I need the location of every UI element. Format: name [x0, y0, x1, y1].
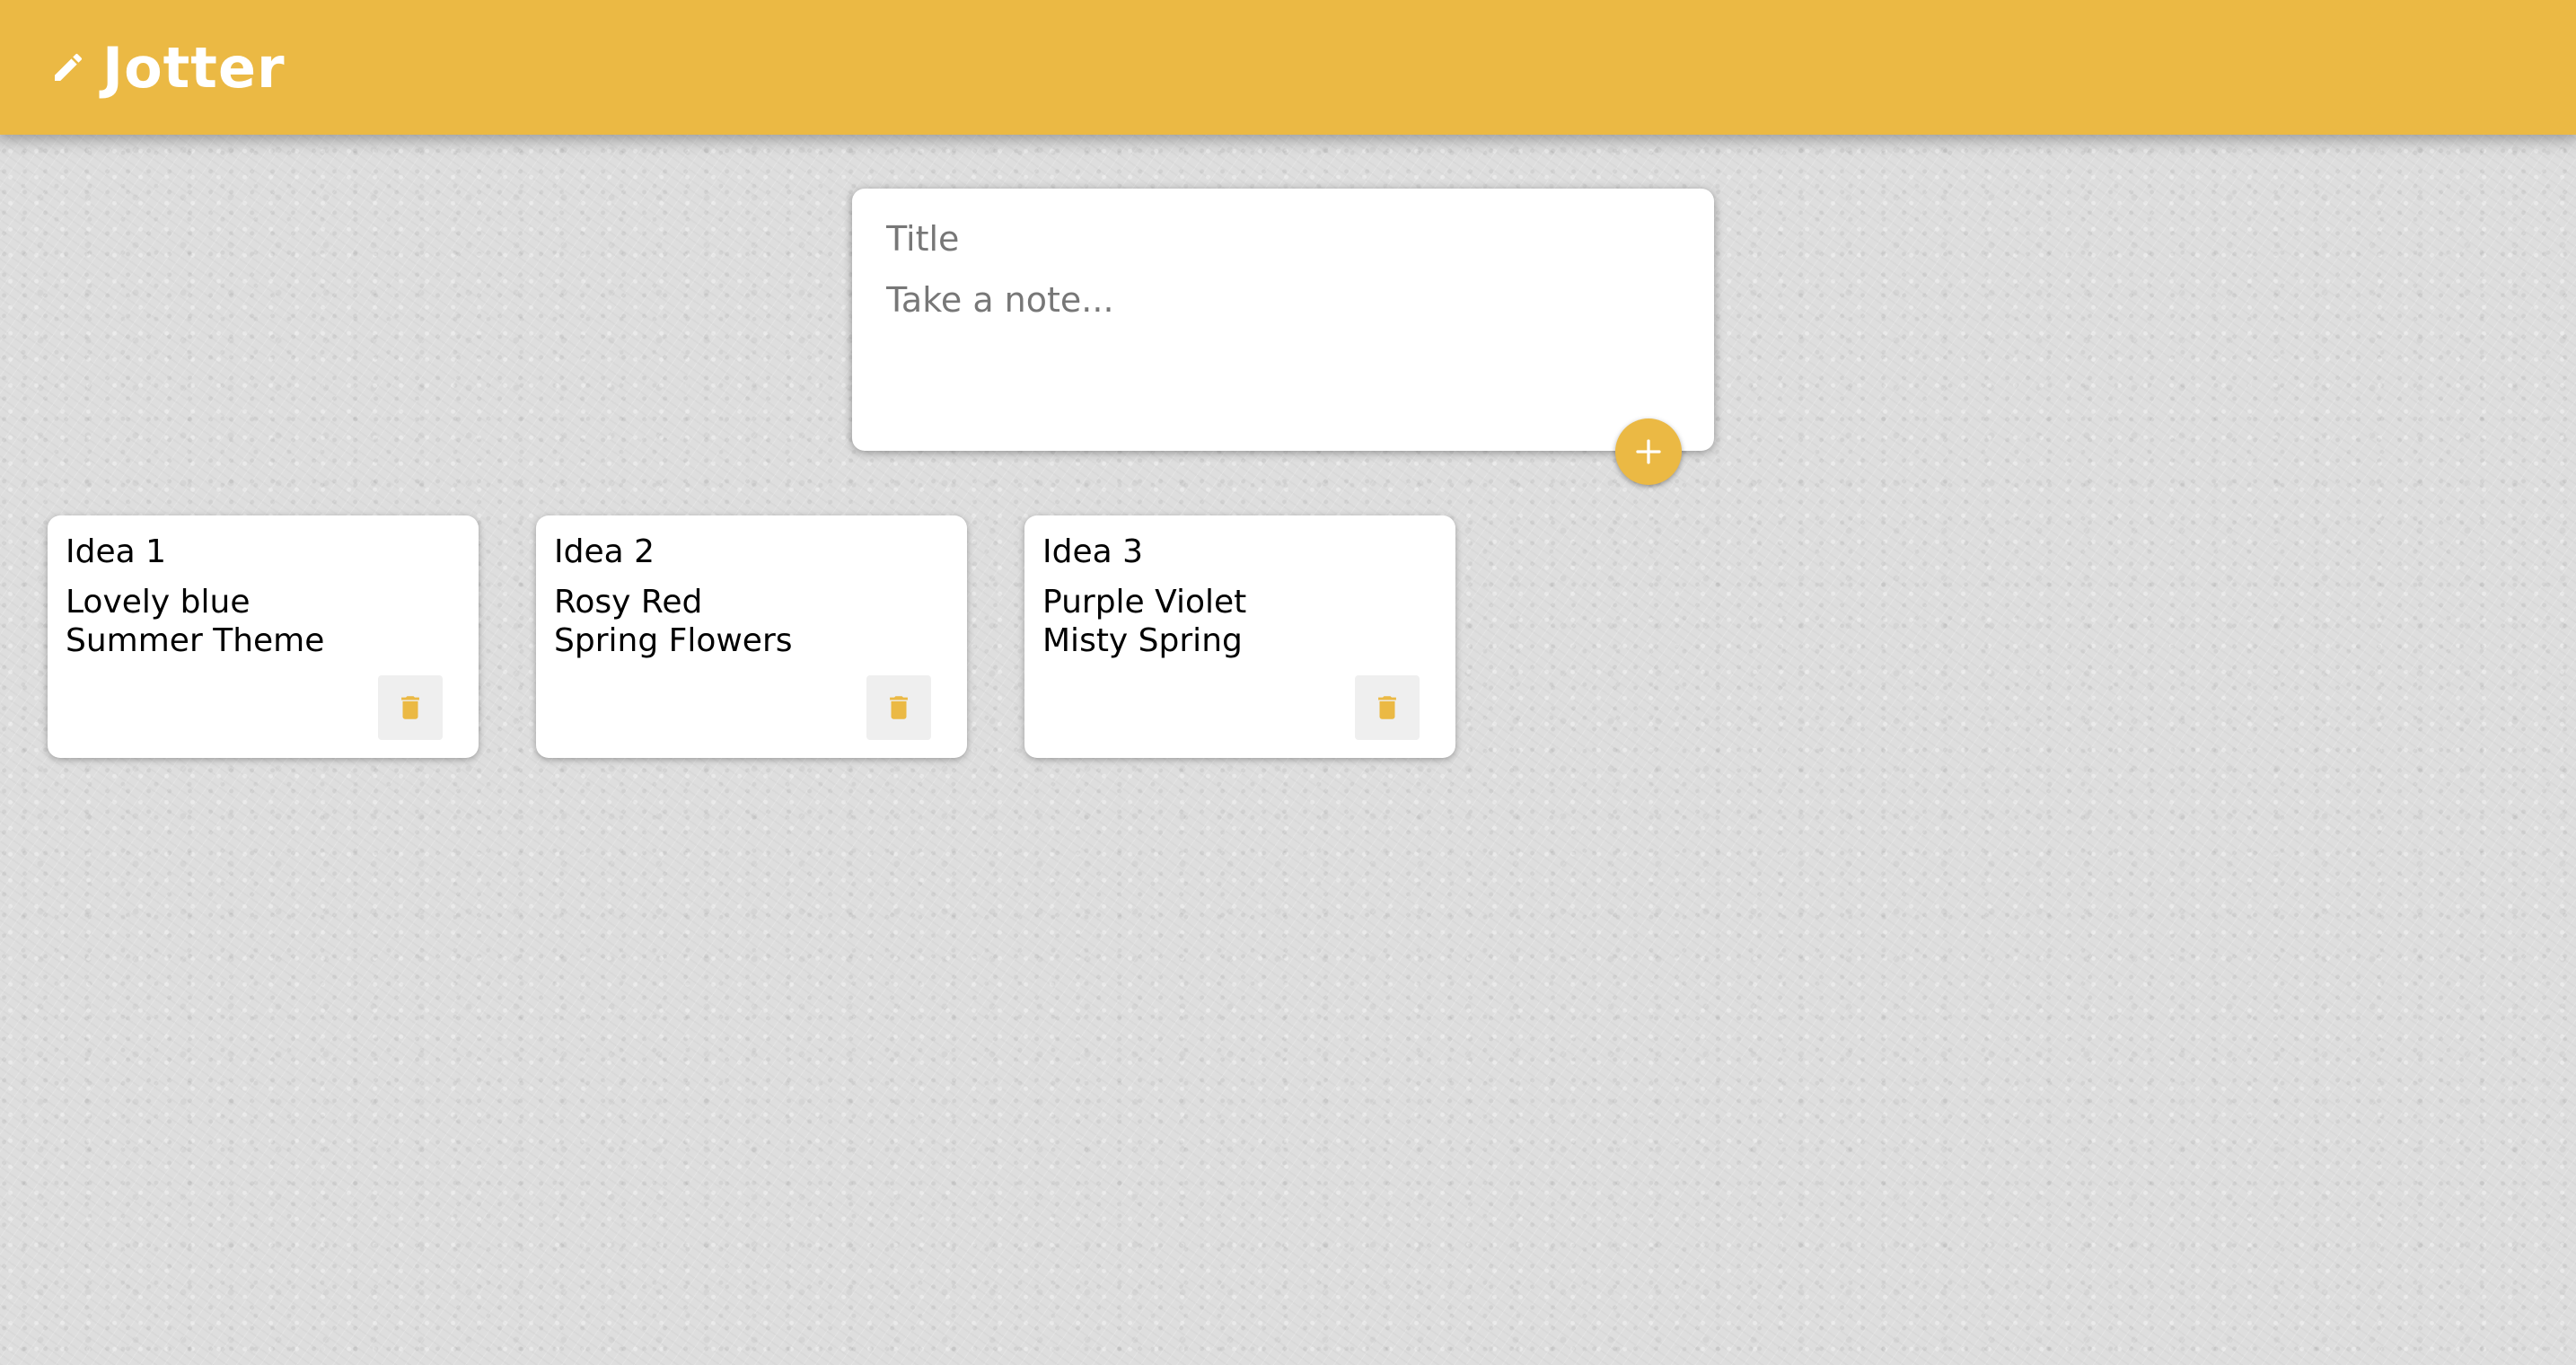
trash-icon — [1378, 696, 1396, 719]
note-title: Idea 3 — [1042, 533, 1144, 570]
note-title: Idea 2 — [554, 533, 655, 570]
create-note-form — [852, 189, 1714, 485]
note-content: Lovely blue Summer Theme — [66, 584, 325, 659]
delete-note-button[interactable] — [1355, 675, 1420, 740]
note-content-textarea[interactable] — [886, 280, 1680, 388]
note-card: Idea 3 Purple Violet Misty Spring — [1024, 515, 1455, 758]
add-note-button[interactable] — [1615, 418, 1682, 485]
note-title-input[interactable] — [886, 219, 1680, 259]
trash-icon — [890, 696, 908, 719]
app-header: Jotter — [0, 0, 2576, 135]
delete-note-button[interactable] — [866, 675, 931, 740]
plus-icon — [1636, 439, 1661, 464]
pencil-icon — [50, 49, 86, 85]
trash-icon — [401, 696, 419, 719]
delete-note-button[interactable] — [378, 675, 443, 740]
note-content: Rosy Red Spring Flowers — [554, 584, 793, 659]
note-card: Idea 1 Lovely blue Summer Theme — [48, 515, 479, 758]
note-card: Idea 2 Rosy Red Spring Flowers — [536, 515, 967, 758]
note-title: Idea 1 — [66, 533, 167, 570]
app-title: Jotter — [102, 34, 286, 101]
note-content: Purple Violet Misty Spring — [1042, 584, 1247, 659]
